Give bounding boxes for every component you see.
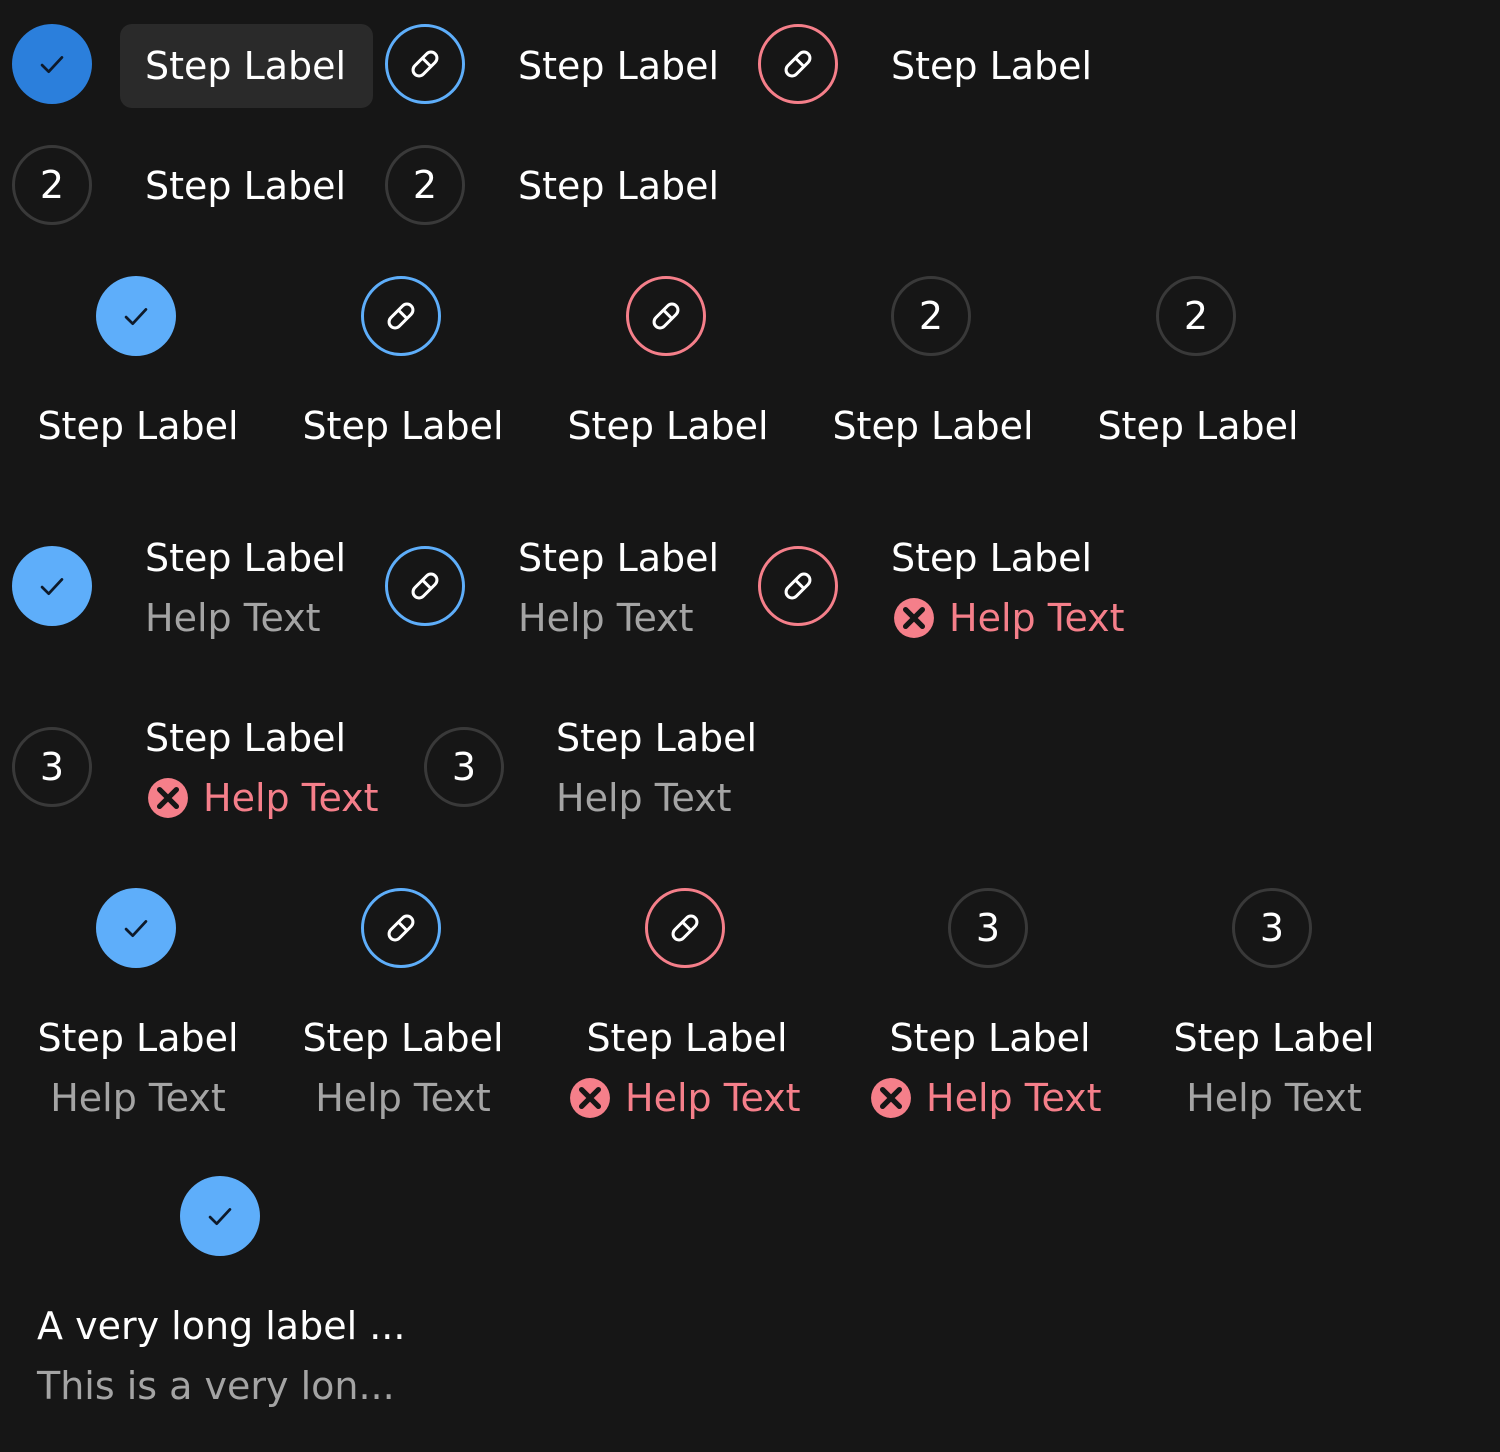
step-help-text: Help Text: [518, 596, 694, 640]
step-number-indicator[interactable]: 2: [385, 145, 465, 225]
pencil-icon: [774, 40, 822, 88]
step-number: 3: [451, 745, 477, 789]
checkmark-icon: [30, 42, 74, 86]
step-complete-indicator[interactable]: [12, 24, 92, 104]
step-complete-indicator[interactable]: [96, 276, 176, 356]
step-label[interactable]: Step Label: [283, 1015, 523, 1061]
step-number-indicator[interactable]: 2: [891, 276, 971, 356]
step-error-help: Help Text: [147, 775, 379, 821]
step-editing-indicator[interactable]: [385, 546, 465, 626]
step-label[interactable]: Step Label: [891, 535, 1092, 581]
error-x-icon: [870, 1077, 912, 1119]
step-long-label[interactable]: A very long label ...: [37, 1303, 405, 1349]
step-error-help: Help Text: [870, 1075, 1102, 1121]
step-label[interactable]: Step Label: [145, 715, 346, 761]
step-number: 2: [412, 163, 438, 207]
step-label[interactable]: Step Label: [1154, 1015, 1394, 1061]
step-editing-error-indicator[interactable]: [758, 546, 838, 626]
step-number: 3: [1259, 906, 1285, 950]
step-label[interactable]: Step Label: [518, 535, 719, 581]
step-number: 2: [918, 294, 944, 338]
step-editing-indicator[interactable]: [361, 276, 441, 356]
step-editing-error-indicator[interactable]: [626, 276, 706, 356]
step-number-indicator[interactable]: 3: [12, 727, 92, 807]
pencil-icon: [774, 562, 822, 610]
checkmark-icon: [114, 906, 158, 950]
step-error-text: Help Text: [203, 776, 379, 820]
step-editing-error-indicator[interactable]: [645, 888, 725, 968]
error-x-icon: [147, 777, 189, 819]
checkmark-icon: [198, 1194, 242, 1238]
step-label[interactable]: Step Label: [556, 715, 757, 761]
step-label[interactable]: Step Label: [283, 403, 523, 449]
step-number-indicator[interactable]: 2: [1156, 276, 1236, 356]
pencil-icon: [642, 292, 690, 340]
step-number-indicator[interactable]: 3: [948, 888, 1028, 968]
step-help-text: Help Text: [145, 596, 321, 640]
step-editing-indicator[interactable]: [385, 24, 465, 104]
step-number-indicator[interactable]: 3: [1232, 888, 1312, 968]
step-error-text: Help Text: [625, 1076, 801, 1120]
error-x-icon: [569, 1077, 611, 1119]
pencil-icon: [661, 904, 709, 952]
step-editing-error-indicator[interactable]: [758, 24, 838, 104]
step-label[interactable]: Step Label: [145, 43, 346, 89]
step-number: 2: [1183, 294, 1209, 338]
step-long-help-text: This is a very lon...: [37, 1364, 395, 1408]
step-label[interactable]: Step Label: [870, 1015, 1110, 1061]
checkmark-icon: [114, 294, 158, 338]
step-label[interactable]: Step Label: [518, 163, 719, 209]
step-number-indicator[interactable]: 3: [424, 727, 504, 807]
step-error-help: Help Text: [569, 1075, 801, 1121]
step-number: 3: [975, 906, 1001, 950]
pencil-icon: [377, 292, 425, 340]
step-number: 3: [39, 745, 65, 789]
step-error-text: Help Text: [949, 596, 1125, 640]
step-help-text: Help Text: [1186, 1076, 1362, 1120]
step-label[interactable]: Step Label: [518, 43, 719, 89]
step-label[interactable]: Step Label: [145, 535, 346, 581]
step-label[interactable]: Step Label: [18, 1015, 258, 1061]
step-number-indicator[interactable]: 2: [12, 145, 92, 225]
step-label[interactable]: Step Label: [1078, 403, 1318, 449]
checkmark-icon: [30, 564, 74, 608]
step-complete-indicator[interactable]: [12, 546, 92, 626]
step-label[interactable]: Step Label: [18, 403, 258, 449]
step-number: 2: [39, 163, 65, 207]
pencil-icon: [401, 40, 449, 88]
step-help-text: Help Text: [50, 1076, 226, 1120]
error-x-icon: [893, 597, 935, 639]
step-label[interactable]: Step Label: [813, 403, 1053, 449]
step-editing-indicator[interactable]: [361, 888, 441, 968]
step-complete-indicator[interactable]: [96, 888, 176, 968]
step-label[interactable]: Step Label: [145, 163, 346, 209]
pencil-icon: [377, 904, 425, 952]
step-label[interactable]: Step Label: [567, 1015, 807, 1061]
step-error-text: Help Text: [926, 1076, 1102, 1120]
step-label[interactable]: Step Label: [548, 403, 788, 449]
step-help-text: Help Text: [556, 776, 732, 820]
step-complete-indicator[interactable]: [180, 1176, 260, 1256]
step-error-help: Help Text: [893, 595, 1125, 641]
step-help-text: Help Text: [315, 1076, 491, 1120]
pencil-icon: [401, 562, 449, 610]
step-label[interactable]: Step Label: [891, 43, 1092, 89]
